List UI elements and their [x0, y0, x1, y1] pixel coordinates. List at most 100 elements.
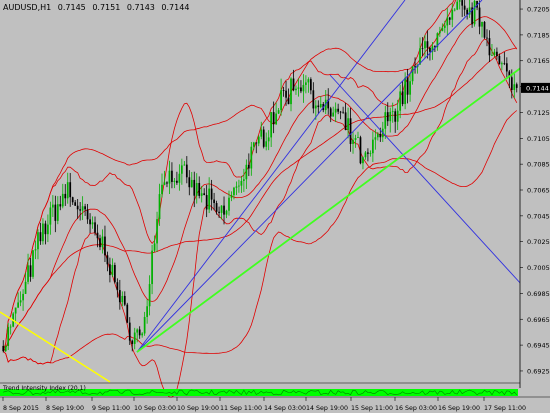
candle-body — [379, 134, 382, 138]
candle-body — [337, 108, 340, 112]
price-tick-label: 0.6985 — [527, 290, 550, 298]
candle-body — [302, 84, 305, 92]
candle-body — [463, 5, 466, 10]
candle-body — [22, 293, 24, 301]
candle-body — [47, 224, 49, 235]
candle-body — [483, 21, 486, 38]
candle-body — [94, 222, 96, 233]
candle-body — [215, 203, 218, 212]
candle-body — [24, 281, 27, 294]
time-tick-label: 8 Sep 19:00 — [46, 405, 84, 412]
price-axis: 0.72050.71850.71650.71450.71250.71050.70… — [519, 0, 550, 413]
candle-body — [56, 204, 59, 221]
candle-body — [158, 194, 161, 220]
price-tick-label: 0.7065 — [527, 187, 550, 195]
candle-body — [252, 142, 255, 147]
candle-body — [89, 219, 91, 225]
candle-body — [185, 164, 188, 178]
price-tick-label: 0.7205 — [527, 6, 550, 14]
candle-body — [153, 243, 156, 251]
candle-body — [505, 63, 508, 72]
candle-body — [367, 152, 369, 154]
candle-body — [99, 238, 101, 248]
candle-body — [114, 265, 116, 283]
candle-body — [257, 136, 260, 144]
candle-body — [121, 295, 124, 303]
candle-body — [513, 84, 516, 91]
candle-body — [394, 111, 397, 122]
candle-body — [498, 55, 501, 65]
candle-body — [406, 77, 409, 95]
current-price-tag: 0.7144 — [526, 84, 549, 92]
candle-body — [446, 17, 449, 26]
candle-body — [49, 207, 52, 225]
price-tick-label: 0.7125 — [527, 109, 550, 117]
candle-body — [166, 182, 168, 184]
time-tick-label: 14 Sep 19:00 — [306, 405, 348, 412]
candle-body — [359, 137, 362, 164]
candle-body — [404, 77, 406, 105]
candle-body — [438, 31, 441, 34]
candle-body — [29, 265, 32, 277]
candle-body — [451, 10, 454, 20]
candle-body — [384, 112, 387, 129]
candle-body — [429, 47, 431, 52]
candle-body — [319, 103, 322, 108]
candle-body — [267, 137, 270, 142]
candle-body — [233, 187, 235, 196]
candle-body — [389, 111, 392, 122]
candle-body — [168, 170, 171, 184]
candle-body — [76, 205, 79, 210]
candle-body — [282, 90, 285, 91]
low-value: 0.7143 — [126, 3, 155, 12]
candle-body — [501, 63, 503, 65]
candle-body — [176, 180, 178, 183]
candle-body — [173, 180, 176, 182]
candle-body — [2, 345, 5, 352]
candle-body — [39, 232, 42, 242]
candle-body — [230, 195, 233, 198]
symbol-label: AUDUSD,H1 — [3, 3, 52, 12]
candle-body — [143, 316, 146, 334]
candle-body — [488, 38, 491, 56]
price-tick-label: 0.7005 — [527, 264, 550, 272]
candle-body — [275, 113, 277, 125]
candle-body — [391, 111, 394, 113]
candle-body — [128, 322, 131, 341]
price-tick-label: 0.7085 — [527, 161, 550, 169]
candle-body — [136, 329, 139, 333]
candle-body — [223, 205, 225, 215]
candle-body — [213, 199, 215, 204]
candle-body — [247, 164, 250, 169]
candle-body — [515, 84, 518, 88]
candle-body — [374, 137, 377, 140]
candle-body — [235, 186, 238, 188]
candle-body — [210, 188, 213, 200]
candle-body — [372, 139, 374, 154]
candle-body — [123, 295, 126, 305]
candle-body — [357, 137, 359, 139]
candle-body — [458, 0, 461, 2]
price-chart[interactable]: 0.7205 0.7185 0.7165 0.7145 0.7125 0.7105 0.70… — [0, 0, 550, 413]
candle-body — [148, 284, 151, 307]
candle-body — [295, 88, 297, 91]
candle-body — [240, 180, 243, 186]
candle-body — [399, 91, 402, 111]
candle-body — [32, 250, 34, 277]
candle-body — [126, 304, 129, 323]
candle-body — [466, 9, 469, 15]
candle-body — [496, 51, 498, 56]
candle-body — [503, 63, 506, 65]
candle-body — [414, 66, 416, 68]
candle-body — [37, 232, 39, 250]
candle-body — [91, 222, 94, 225]
candle-body — [309, 79, 312, 91]
candle-body — [44, 223, 47, 235]
price-tick-label: 0.7105 — [527, 135, 550, 143]
candle-body — [17, 302, 19, 308]
candle-body — [510, 77, 513, 91]
time-tick-label: 16 Sep 19:00 — [438, 405, 480, 412]
candle-body — [262, 129, 265, 147]
candle-body — [220, 205, 223, 213]
candle-body — [14, 307, 17, 314]
